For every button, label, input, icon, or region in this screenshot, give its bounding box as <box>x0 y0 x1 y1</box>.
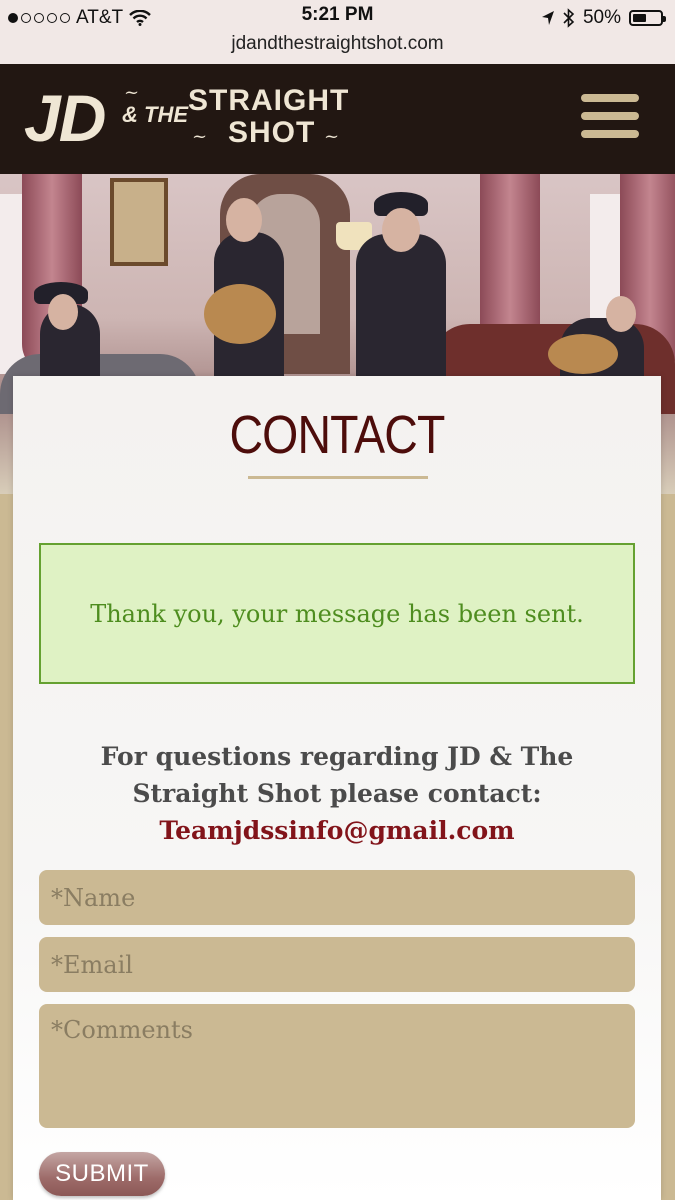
logo-straight: STRAIGHT <box>188 84 350 117</box>
success-message-text: Thank you, your message has been sent. <box>90 599 584 628</box>
title-underline <box>248 476 428 479</box>
email-input[interactable] <box>39 937 635 992</box>
contact-email-link[interactable]: Teamjdssinfo@gmail.com <box>39 812 635 849</box>
submit-button[interactable]: SUBMIT <box>39 1152 165 1196</box>
contact-info-text: For questions regarding JD & The Straigh… <box>100 742 574 808</box>
logo-shot: SHOT <box>228 116 316 149</box>
success-message: Thank you, your message has been sent. <box>39 543 635 684</box>
flourish-icon: ~ <box>324 126 340 147</box>
battery-percent: 50% <box>582 7 621 28</box>
contact-card: CONTACT Thank you, your message has been… <box>13 376 661 1200</box>
flourish-icon: ~ <box>192 126 208 147</box>
site-logo[interactable]: JD ~ & THE STRAIGHT ~ SHOT ~ <box>24 80 364 160</box>
location-arrow-icon <box>541 11 554 25</box>
site-header: JD ~ & THE STRAIGHT ~ SHOT ~ <box>0 64 675 174</box>
status-right: 50% <box>541 4 666 32</box>
flourish-icon: ~ <box>124 82 140 103</box>
comments-textarea[interactable] <box>39 1004 635 1128</box>
bluetooth-icon <box>563 8 575 28</box>
status-bar: AT&T 5:21 PM 50% jdandthestraightshot.co… <box>0 0 675 64</box>
logo-jd: JD <box>24 81 106 155</box>
hamburger-menu-icon[interactable] <box>581 94 639 138</box>
name-input[interactable] <box>39 870 635 925</box>
contact-info: For questions regarding JD & The Straigh… <box>39 738 635 849</box>
battery-icon <box>629 10 666 26</box>
page-title: CONTACT <box>229 405 445 465</box>
logo-amp: & THE <box>122 102 188 127</box>
address-bar-url[interactable]: jdandthestraightshot.com <box>0 33 675 55</box>
